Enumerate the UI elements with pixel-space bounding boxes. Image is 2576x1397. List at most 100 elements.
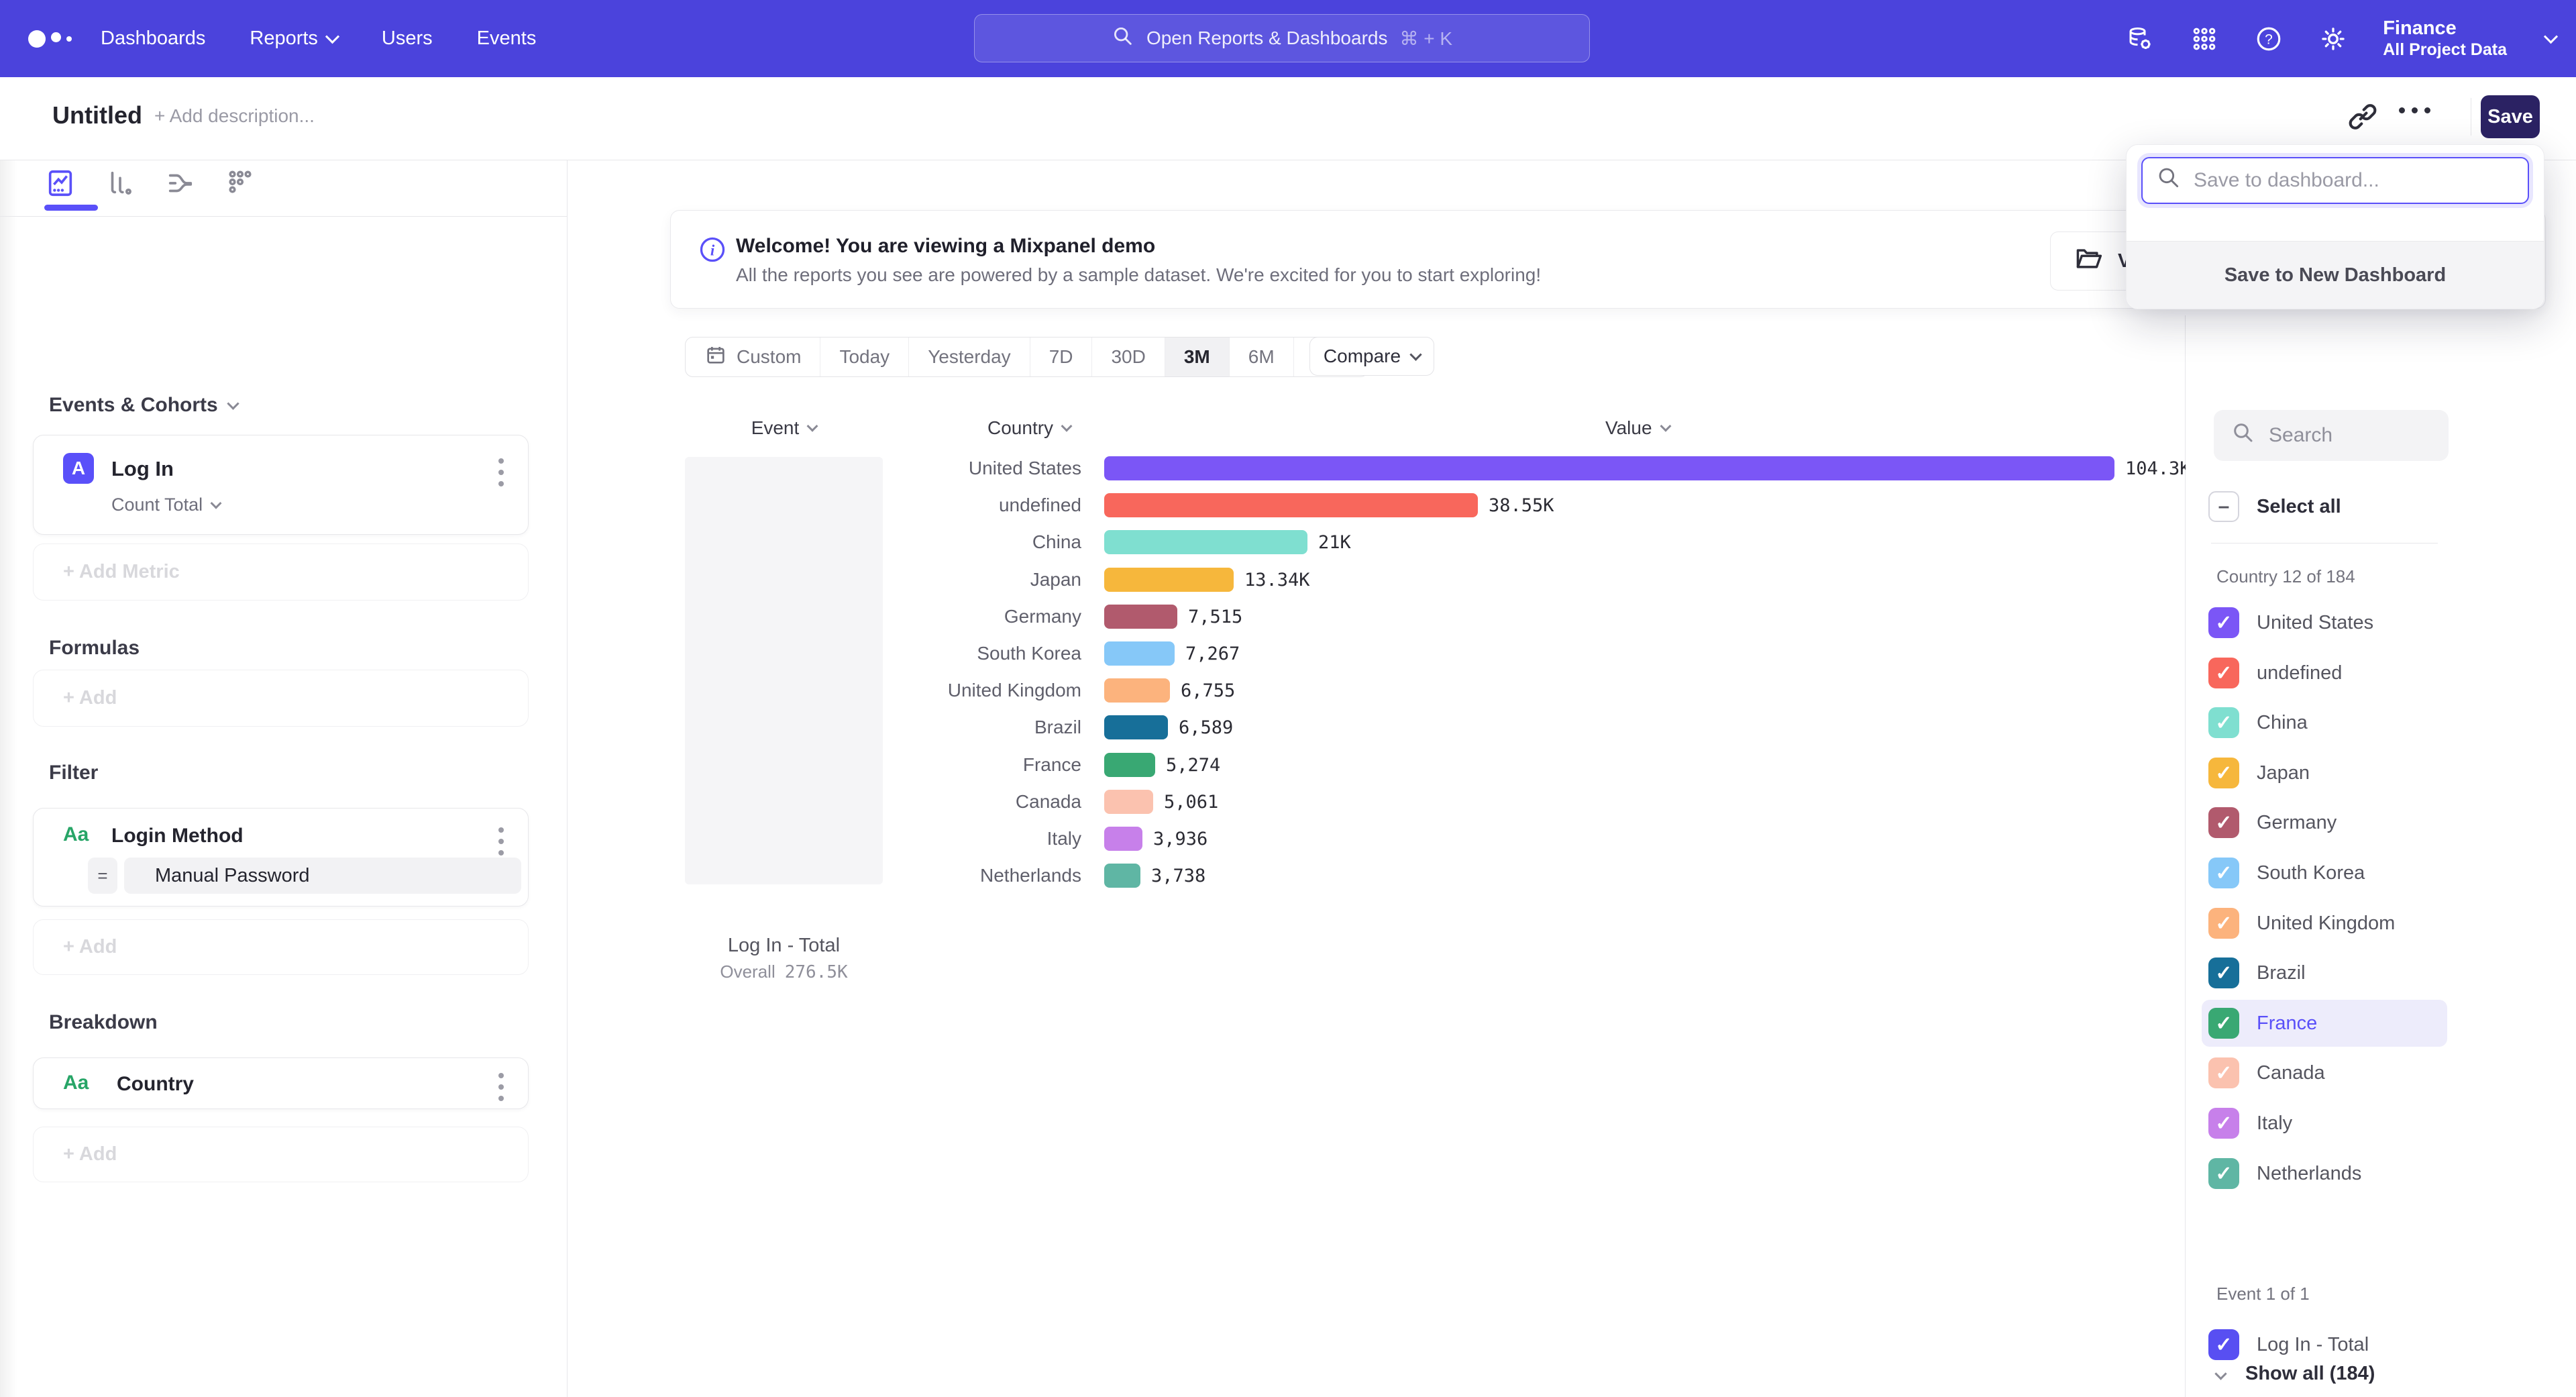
breakdown-card[interactable]: Aa Country (33, 1057, 529, 1109)
nav-item-users[interactable]: Users (382, 28, 433, 50)
legend-item-united-states[interactable]: ✓United States (2208, 599, 2373, 646)
filter-operator[interactable]: = (88, 858, 117, 894)
bar-value-label: 6,755 (1181, 680, 1235, 701)
nav-item-events[interactable]: Events (477, 28, 537, 50)
settings-gear-icon[interactable] (2318, 24, 2348, 54)
save-to-new-dashboard-button[interactable]: Save to New Dashboard (2127, 241, 2544, 309)
legend-checkbox[interactable]: ✓ (2208, 858, 2239, 888)
apps-grid-icon[interactable] (2190, 24, 2219, 54)
legend-item-italy[interactable]: ✓Italy (2208, 1100, 2292, 1147)
date-range-7d[interactable]: 7D (1030, 338, 1093, 376)
column-header-event[interactable]: Event (685, 417, 883, 439)
date-range-3m[interactable]: 3M (1165, 338, 1230, 376)
legend-item-united-kingdom[interactable]: ✓United Kingdom (2208, 900, 2395, 947)
calendar-icon (704, 344, 727, 371)
bar-japan[interactable] (1104, 568, 1234, 592)
bar-brazil[interactable] (1104, 715, 1168, 739)
tab-funnels[interactable] (99, 166, 142, 201)
add-breakdown-button[interactable]: + Add (33, 1127, 529, 1182)
legend-item-china[interactable]: ✓China (2208, 699, 2308, 746)
nav-item-dashboards[interactable]: Dashboards (101, 28, 205, 50)
legend-checkbox[interactable]: ✓ (2208, 958, 2239, 988)
add-filter-button[interactable]: + Add (33, 919, 529, 975)
copy-link-icon[interactable] (2345, 99, 2380, 134)
global-search-button[interactable]: Open Reports & Dashboards ⌘ + K (974, 14, 1590, 62)
project-switcher[interactable]: Finance All Project Data (2383, 17, 2507, 59)
legend-item-canada[interactable]: ✓Canada (2208, 1049, 2325, 1096)
date-range-yesterday[interactable]: Yesterday (909, 338, 1030, 376)
column-header-value[interactable]: Value (1605, 417, 1670, 439)
chevron-down-icon[interactable] (2544, 30, 2558, 44)
legend-label: South Korea (2257, 862, 2365, 884)
legend-checkbox[interactable]: ✓ (2208, 1158, 2239, 1189)
bar-france[interactable] (1104, 753, 1155, 777)
nav-item-reports[interactable]: Reports (250, 28, 337, 50)
date-range-6m[interactable]: 6M (1230, 338, 1294, 376)
legend-item-undefined[interactable]: ✓undefined (2208, 650, 2342, 696)
more-options-icon[interactable] (2399, 107, 2430, 113)
legend-checkbox[interactable]: ✓ (2208, 707, 2239, 738)
bar-germany[interactable] (1104, 605, 1177, 629)
legend-item-log-in-total[interactable]: ✓Log In - Total (2208, 1321, 2369, 1368)
legend-item-france[interactable]: ✓France (2202, 1000, 2447, 1047)
add-formula-button[interactable]: + Add (33, 670, 529, 727)
mixpanel-logo-icon[interactable] (28, 0, 72, 77)
filter-value[interactable]: Manual Password (124, 858, 521, 894)
legend-item-japan[interactable]: ✓Japan (2208, 749, 2310, 796)
legend-checkbox[interactable]: ✓ (2208, 1057, 2239, 1088)
legend-search-input[interactable]: Search (2214, 410, 2449, 461)
legend-checkbox[interactable]: ✓ (2208, 908, 2239, 939)
date-range-today[interactable]: Today (820, 338, 909, 376)
breakdown-kebab-icon[interactable] (498, 1073, 504, 1101)
report-type-tabs (0, 160, 567, 217)
data-management-icon[interactable] (2125, 24, 2155, 54)
tab-flows[interactable] (159, 166, 202, 201)
bar-undefined[interactable] (1104, 493, 1478, 517)
legend-checkbox[interactable]: ✓ (2208, 658, 2239, 688)
filter-property-name[interactable]: Login Method (111, 825, 244, 847)
tab-insights[interactable] (39, 166, 82, 201)
event-series-cell[interactable]: Log In - Total Overall276.5K (685, 457, 883, 884)
bar-south-korea[interactable] (1104, 641, 1175, 666)
column-header-country[interactable]: Country (987, 417, 1071, 439)
legend-checkbox[interactable]: ✓ (2208, 807, 2239, 838)
bar-netherlands[interactable] (1104, 864, 1140, 888)
metric-event-name[interactable]: Log In (111, 457, 174, 481)
events-cohorts-section-title[interactable]: Events & Cohorts (49, 394, 237, 417)
metric-aggregation[interactable]: Count Total (111, 495, 220, 515)
legend-checkbox[interactable]: ✓ (2208, 607, 2239, 638)
legend-item-netherlands[interactable]: ✓Netherlands (2208, 1150, 2361, 1197)
bar-canada[interactable] (1104, 790, 1153, 814)
search-icon (2156, 165, 2182, 196)
breakdown-property-name[interactable]: Country (117, 1073, 194, 1096)
legend-item-south-korea[interactable]: ✓ South Korea (2208, 849, 2365, 896)
legend-item-brazil[interactable]: ✓Brazil (2208, 949, 2306, 996)
tab-retention[interactable] (219, 166, 262, 201)
filter-card[interactable]: Aa Login Method = Manual Password (33, 808, 529, 907)
legend-item-germany[interactable]: ✓Germany (2208, 799, 2337, 846)
bar-united-kingdom[interactable] (1104, 678, 1170, 703)
bar-category-label: Brazil (906, 717, 1081, 738)
date-range-30d[interactable]: 30D (1092, 338, 1165, 376)
filter-kebab-icon[interactable] (498, 827, 504, 856)
date-range-custom[interactable]: Custom (686, 338, 820, 376)
select-all-checkbox-indeterminate[interactable]: – (2208, 491, 2239, 522)
bar-china[interactable] (1104, 530, 1307, 554)
help-icon[interactable]: ? (2254, 24, 2284, 54)
metric-kebab-icon[interactable] (498, 458, 504, 486)
legend-checkbox[interactable]: ✓ (2208, 1008, 2239, 1039)
chart-row: Japan13.34K (906, 562, 1310, 598)
save-button[interactable]: Save (2481, 95, 2540, 138)
add-description-button[interactable]: + Add description... (154, 105, 315, 127)
bar-italy[interactable] (1104, 827, 1142, 851)
save-dashboard-search-input[interactable]: Save to dashboard... (2141, 157, 2529, 204)
legend-checkbox[interactable]: ✓ (2208, 1329, 2239, 1360)
compare-button[interactable]: Compare (1309, 337, 1434, 376)
select-all-row[interactable]: – Select all (2208, 483, 2341, 530)
metric-card[interactable]: A Log In Count Total (33, 435, 529, 535)
report-title[interactable]: Untitled (52, 101, 142, 130)
bar-united-states[interactable] (1104, 456, 2114, 480)
legend-checkbox[interactable]: ✓ (2208, 758, 2239, 788)
add-metric-button[interactable]: + Add Metric (33, 544, 529, 601)
legend-checkbox[interactable]: ✓ (2208, 1108, 2239, 1139)
